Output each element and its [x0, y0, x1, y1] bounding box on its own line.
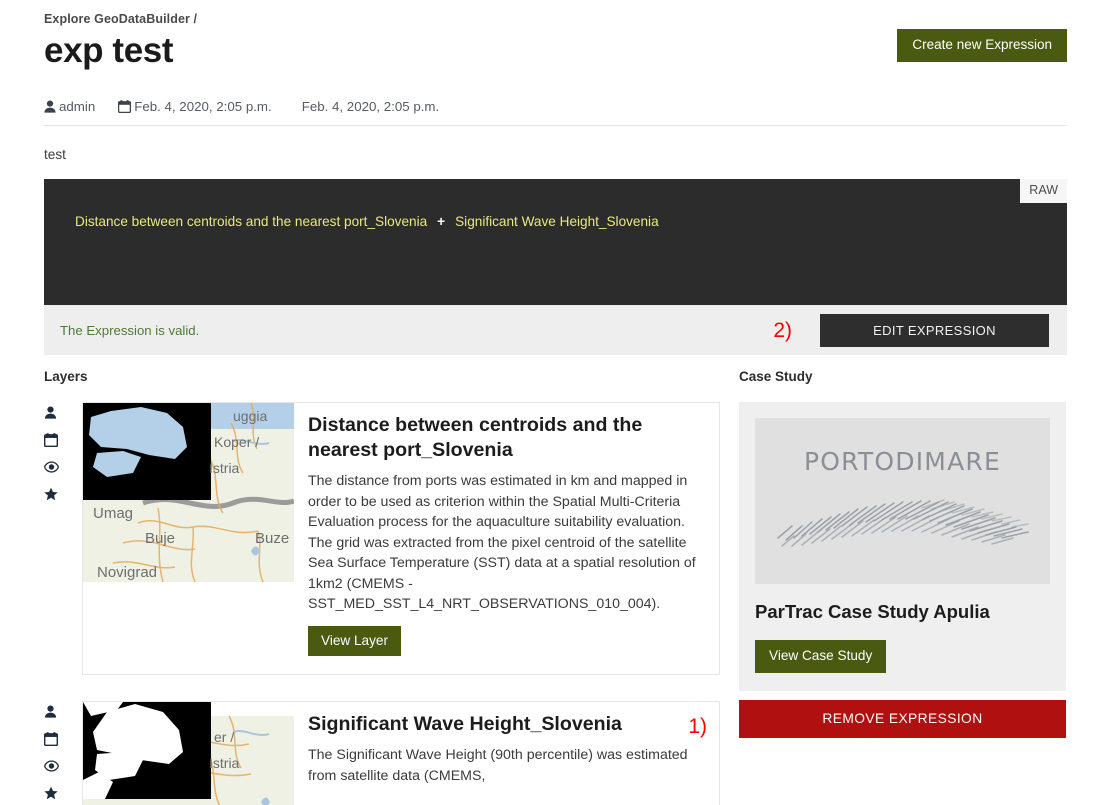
layer-body: 1) Significant Wave Height_Slovenia The … [294, 702, 719, 805]
expression-description: test [44, 147, 66, 162]
meta-updated: Feb. 4, 2020, 2:05 p.m. [302, 99, 440, 114]
layer-row: uggia Koper / Istria Umag Buje Buze Novi… [44, 402, 720, 676]
layer-icon-rail [44, 701, 82, 805]
annotation-marker-2: 2) [773, 318, 792, 342]
calendar-icon [118, 100, 132, 113]
meta-row: admin Feb. 4, 2020, 2:05 p.m. Feb. 4, 20… [44, 99, 1067, 126]
user-icon[interactable] [44, 705, 57, 718]
page-header: Explore GeoDataBuilder / exp test Create… [44, 0, 1067, 73]
case-study-logo: PORTODIMARE [755, 418, 1050, 584]
svg-text:Buze: Buze [255, 530, 289, 547]
layer-thumbnail[interactable]: uggia Koper / Istria Umag Buje Buze Novi… [83, 403, 294, 582]
meta-created-label: Feb. 4, 2020, 2:05 p.m. [134, 99, 272, 114]
layers-column: Layers uggia Koper / Istria Umag Buje Bu… [44, 369, 720, 805]
layers-heading: Layers [44, 369, 88, 384]
validation-message: The Expression is valid. [60, 322, 200, 338]
case-study-heading: Case Study [739, 369, 813, 384]
layer-card: uggia Koper / Istria Umag Buje Buze Novi… [82, 402, 720, 676]
case-study-card: PORTODIMARE ParTrac Case Study Apulia Vi… [739, 402, 1066, 691]
layer-icon-rail [44, 402, 82, 675]
page-title: exp test [44, 31, 174, 70]
svg-text:Umag: Umag [93, 505, 133, 522]
expression-text: Distance between centroids and the neare… [75, 214, 659, 229]
meta-updated-label: Feb. 4, 2020, 2:05 p.m. [301, 99, 440, 114]
remove-expression-button[interactable]: REMOVE EXPRESSION [739, 699, 1066, 739]
layer-title: Distance between centroids and the neare… [308, 414, 643, 461]
expression-validation-bar: The Expression is valid. 2) EDIT EXPRESS… [44, 305, 1067, 355]
eye-icon[interactable] [44, 461, 59, 473]
svg-text:Novigrad: Novigrad [97, 564, 157, 581]
svg-text:Koper /: Koper / [214, 434, 259, 450]
expression-operator: + [437, 214, 446, 229]
case-study-title: ParTrac Case Study Apulia [755, 601, 990, 622]
layer-description: The Significant Wave Height (90th percen… [308, 747, 688, 784]
expression-editor[interactable]: RAW Distance between centroids and the n… [44, 179, 1067, 305]
user-icon [44, 100, 56, 113]
expression-operand-left: Distance between centroids and the neare… [75, 214, 428, 229]
expression-area: RAW Distance between centroids and the n… [44, 179, 1067, 355]
meta-author: admin [44, 99, 95, 114]
layer-row: er / Istria 1) Significant Wave Height_S… [44, 701, 720, 805]
create-new-expression-button[interactable]: Create new Expression [897, 29, 1067, 62]
breadcrumb[interactable]: Explore GeoDataBuilder / [44, 11, 197, 27]
layer-body: Distance between centroids and the neare… [294, 403, 719, 674]
header-titles: Explore GeoDataBuilder / exp test [44, 11, 197, 73]
svg-text:Istria: Istria [209, 460, 240, 476]
user-icon[interactable] [44, 406, 57, 419]
annotation-marker-1: 1) [688, 715, 707, 739]
svg-text:er /: er / [214, 729, 234, 745]
view-case-study-button[interactable]: View Case Study [755, 640, 887, 673]
raw-badge[interactable]: RAW [1020, 179, 1067, 203]
svg-text:uggia: uggia [233, 408, 267, 424]
layer-description: The distance from ports was estimated in… [308, 473, 696, 612]
expression-operand-right: Significant Wave Height_Slovenia [455, 214, 659, 229]
layer-title: Significant Wave Height_Slovenia [308, 713, 622, 736]
svg-text:Buje: Buje [145, 530, 175, 547]
star-icon[interactable] [44, 786, 58, 800]
layer-card: er / Istria 1) Significant Wave Height_S… [82, 701, 720, 805]
eye-icon[interactable] [44, 760, 59, 772]
meta-created: Feb. 4, 2020, 2:05 p.m. [118, 99, 272, 114]
content-columns: Layers uggia Koper / Istria Umag Buje Bu… [44, 369, 1067, 805]
case-study-column: Case Study PORTODIMARE ParTrac Case Stud… [739, 369, 1066, 805]
edit-expression-button[interactable]: EDIT EXPRESSION [820, 313, 1049, 347]
view-layer-button[interactable]: View Layer [308, 625, 401, 657]
layer-thumbnail[interactable]: er / Istria [83, 702, 294, 805]
calendar-icon[interactable] [44, 732, 58, 747]
wave-logo-icon [772, 478, 1034, 555]
validation-actions: 2) EDIT EXPRESSION [773, 313, 1049, 347]
meta-author-label: admin [59, 99, 96, 114]
portodimare-logo-text: PORTODIMARE [804, 447, 1001, 476]
svg-text:Istria: Istria [209, 755, 240, 771]
expression-detail-page: Explore GeoDataBuilder / exp test Create… [0, 0, 1111, 805]
calendar-icon[interactable] [44, 433, 58, 447]
star-icon[interactable] [44, 487, 58, 501]
